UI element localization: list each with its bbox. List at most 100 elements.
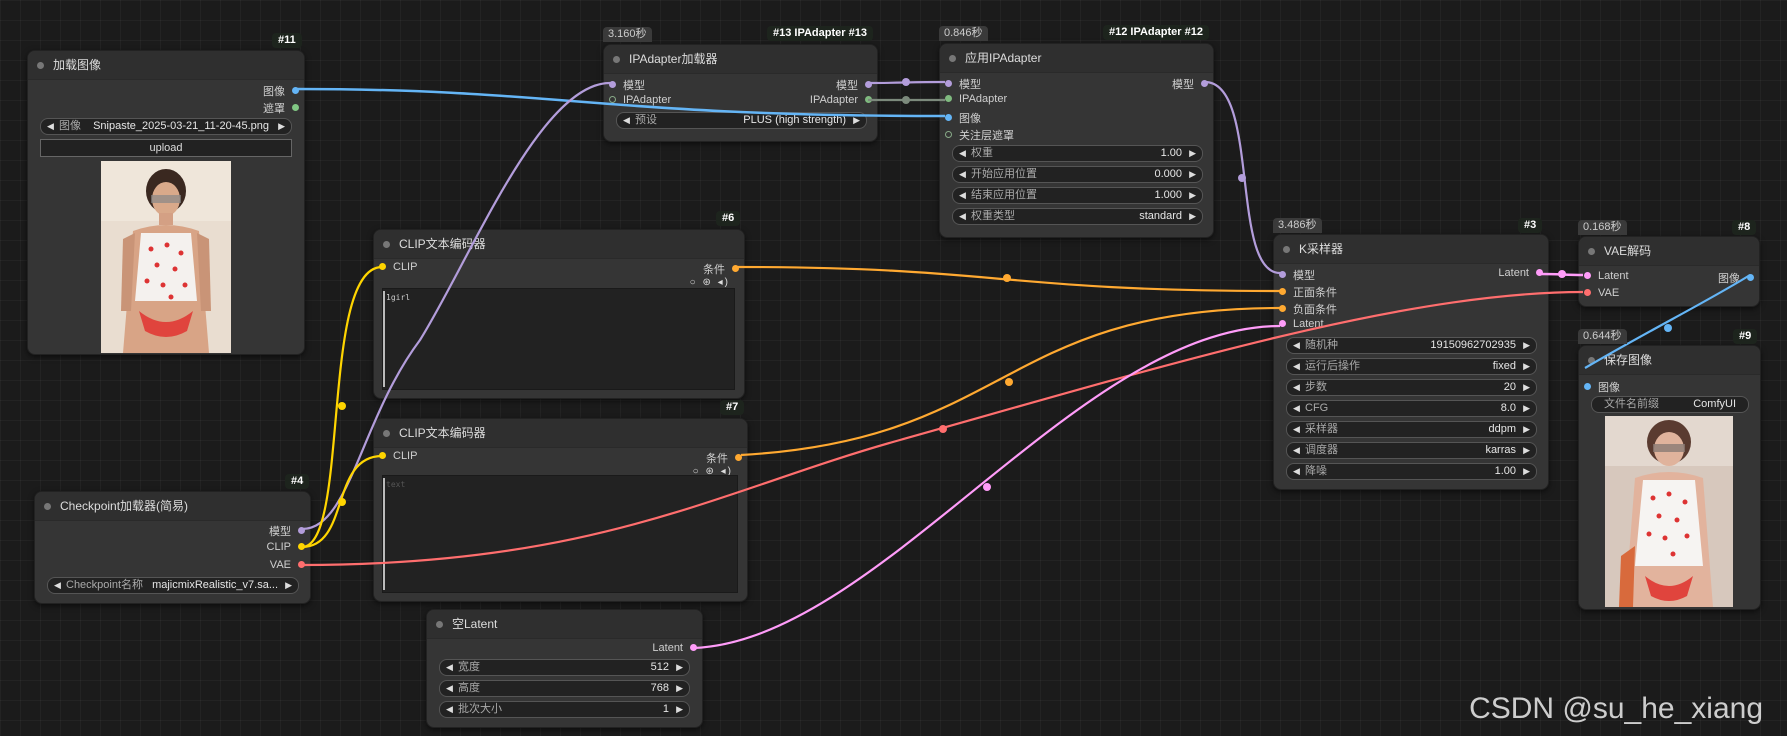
node-header[interactable]: 保存图像 [1579, 346, 1760, 375]
output-latent[interactable]: Latent [1498, 267, 1543, 279]
prompt-textarea[interactable]: text [382, 475, 738, 593]
weight-number[interactable]: ◀ 权重 1.00 ▶ [952, 145, 1203, 162]
arrow-left-icon[interactable]: ◀ [1293, 359, 1300, 374]
slot-dot-icon[interactable] [1536, 269, 1543, 276]
arrow-right-icon[interactable]: ▶ [676, 681, 683, 696]
slot-dot-icon[interactable] [1279, 288, 1286, 295]
output-image[interactable]: 图像 [1718, 270, 1754, 286]
input-clip[interactable]: CLIP [379, 450, 417, 462]
node-header[interactable]: IPAdapter加载器 [604, 45, 877, 74]
node-header[interactable]: CLIP文本编码器 [374, 230, 744, 259]
clip-text-encode-negative-node[interactable]: CLIP文本编码器 CLIP 条件 ○ ⊛ ◂) text [373, 418, 748, 602]
slot-dot-icon[interactable] [298, 527, 305, 534]
output-latent[interactable]: Latent [652, 642, 697, 654]
arrow-left-icon[interactable]: ◀ [1293, 380, 1300, 395]
height-number[interactable]: ◀ 高度 768 ▶ [439, 680, 690, 697]
arrow-left-icon[interactable]: ◀ [446, 660, 453, 675]
arrow-left-icon[interactable]: ◀ [446, 702, 453, 717]
arrow-right-icon[interactable]: ▶ [1523, 422, 1530, 437]
apply-ipadapter-node[interactable]: 应用IPAdapter 模型 IPAdapter 图像 关注层遮罩 模型 ◀ 权重… [939, 43, 1214, 238]
slot-dot-icon[interactable] [1584, 289, 1591, 296]
arrow-right-icon[interactable]: ▶ [1523, 443, 1530, 458]
slot-dot-icon[interactable] [1279, 271, 1286, 278]
slot-dot-icon[interactable] [732, 265, 739, 272]
arrow-right-icon[interactable]: ▶ [1523, 464, 1530, 479]
slot-dot-icon[interactable] [945, 131, 952, 138]
upload-button[interactable]: upload [40, 139, 292, 157]
collapse-dot-icon[interactable] [949, 55, 956, 62]
arrow-left-icon[interactable]: ◀ [1293, 401, 1300, 416]
slot-dot-icon[interactable] [865, 81, 872, 88]
input-latent[interactable]: Latent [1584, 270, 1629, 282]
arrow-left-icon[interactable]: ◀ [1293, 338, 1300, 353]
image-select[interactable]: ◀ 图像 Snipaste_2025-03-21_11-20-45.png ▶ [40, 118, 292, 135]
slot-dot-icon[interactable] [292, 104, 299, 111]
slot-dot-icon[interactable] [609, 81, 616, 88]
slot-dot-icon[interactable] [1747, 274, 1754, 281]
width-number[interactable]: ◀ 宽度 512 ▶ [439, 659, 690, 676]
node-header[interactable]: Checkpoint加载器(简易) [35, 492, 310, 521]
denoise-number[interactable]: ◀ 降噪 1.00 ▶ [1286, 463, 1537, 480]
slot-dot-icon[interactable] [1584, 272, 1591, 279]
input-image[interactable]: 图像 [1584, 379, 1620, 395]
node-header[interactable]: 空Latent [427, 610, 702, 639]
preset-select[interactable]: ◀ 预设 PLUS (high strength) ▶ [616, 112, 867, 129]
ipadapter-loader-node[interactable]: IPAdapter加载器 模型 IPAdapter 模型 IPAdapter ◀… [603, 44, 878, 142]
arrow-left-icon[interactable]: ◀ [623, 113, 630, 128]
sampler-select[interactable]: ◀ 采样器 ddpm ▶ [1286, 421, 1537, 438]
slot-dot-icon[interactable] [298, 561, 305, 568]
arrow-right-icon[interactable]: ▶ [1523, 338, 1530, 353]
arrow-right-icon[interactable]: ▶ [1189, 146, 1196, 161]
node-header[interactable]: VAE解码 [1579, 237, 1759, 266]
slot-dot-icon[interactable] [1279, 320, 1286, 327]
end-at-number[interactable]: ◀ 结束应用位置 1.000 ▶ [952, 187, 1203, 204]
filename-prefix-input[interactable]: 文件名前缀 ComfyUI [1591, 396, 1749, 413]
collapse-dot-icon[interactable] [1588, 357, 1595, 364]
output-image[interactable]: 图像 [263, 83, 299, 99]
checkpoint-name-select[interactable]: ◀ Checkpoint名称 majicmixRealistic_v7.sa... ▶ [47, 577, 299, 594]
slot-dot-icon[interactable] [945, 80, 952, 87]
seed-number[interactable]: ◀ 随机种 19150962702935 ▶ [1286, 337, 1537, 354]
input-negative[interactable]: 负面条件 [1279, 301, 1337, 317]
collapse-dot-icon[interactable] [383, 241, 390, 248]
collapse-dot-icon[interactable] [37, 62, 44, 69]
arrow-right-icon[interactable]: ▶ [676, 660, 683, 675]
output-vae[interactable]: VAE [270, 559, 305, 571]
start-at-number[interactable]: ◀ 开始应用位置 0.000 ▶ [952, 166, 1203, 183]
cfg-number[interactable]: ◀ CFG 8.0 ▶ [1286, 400, 1537, 417]
slot-dot-icon[interactable] [945, 114, 952, 121]
input-model[interactable]: 模型 [609, 77, 645, 93]
arrow-right-icon[interactable]: ▶ [853, 113, 860, 128]
slot-dot-icon[interactable] [379, 263, 386, 270]
slot-dot-icon[interactable] [379, 452, 386, 459]
output-conditioning[interactable]: 条件 [706, 450, 742, 466]
arrow-left-icon[interactable]: ◀ [54, 578, 61, 593]
arrow-left-icon[interactable]: ◀ [1293, 443, 1300, 458]
vae-decode-node[interactable]: VAE解码 Latent VAE 图像 [1578, 236, 1760, 307]
node-header[interactable]: 应用IPAdapter [940, 44, 1213, 73]
collapse-dot-icon[interactable] [383, 430, 390, 437]
arrow-left-icon[interactable]: ◀ [1293, 464, 1300, 479]
textarea-tools-icon[interactable]: ○ ⊛ ◂) [690, 277, 730, 288]
input-vae[interactable]: VAE [1584, 287, 1619, 299]
output-clip[interactable]: CLIP [267, 541, 305, 553]
arrow-left-icon[interactable]: ◀ [446, 681, 453, 696]
weight-type-select[interactable]: ◀ 权重类型 standard ▶ [952, 208, 1203, 225]
output-ipadapter[interactable]: IPAdapter [810, 94, 872, 106]
prompt-textarea[interactable]: 1girl [382, 288, 735, 390]
save-image-node[interactable]: 保存图像 图像 文件名前缀 ComfyUI [1578, 345, 1761, 610]
arrow-left-icon[interactable]: ◀ [959, 146, 966, 161]
node-header[interactable]: CLIP文本编码器 [374, 419, 747, 448]
output-model[interactable]: 模型 [836, 77, 872, 93]
clip-text-encode-positive-node[interactable]: CLIP文本编码器 CLIP 条件 ○ ⊛ ◂) 1girl [373, 229, 745, 399]
arrow-right-icon[interactable]: ▶ [1523, 401, 1530, 416]
input-image[interactable]: 图像 [945, 110, 981, 126]
arrow-right-icon[interactable]: ▶ [1189, 209, 1196, 224]
ksampler-node[interactable]: K采样器 模型 正面条件 负面条件 Latent Latent ◀ 随机种 1915… [1273, 234, 1549, 490]
collapse-dot-icon[interactable] [613, 56, 620, 63]
input-ipadapter[interactable]: IPAdapter [609, 94, 671, 106]
arrow-right-icon[interactable]: ▶ [1523, 380, 1530, 395]
batch-size-number[interactable]: ◀ 批次大小 1 ▶ [439, 701, 690, 718]
slot-dot-icon[interactable] [690, 644, 697, 651]
arrow-right-icon[interactable]: ▶ [278, 119, 285, 134]
